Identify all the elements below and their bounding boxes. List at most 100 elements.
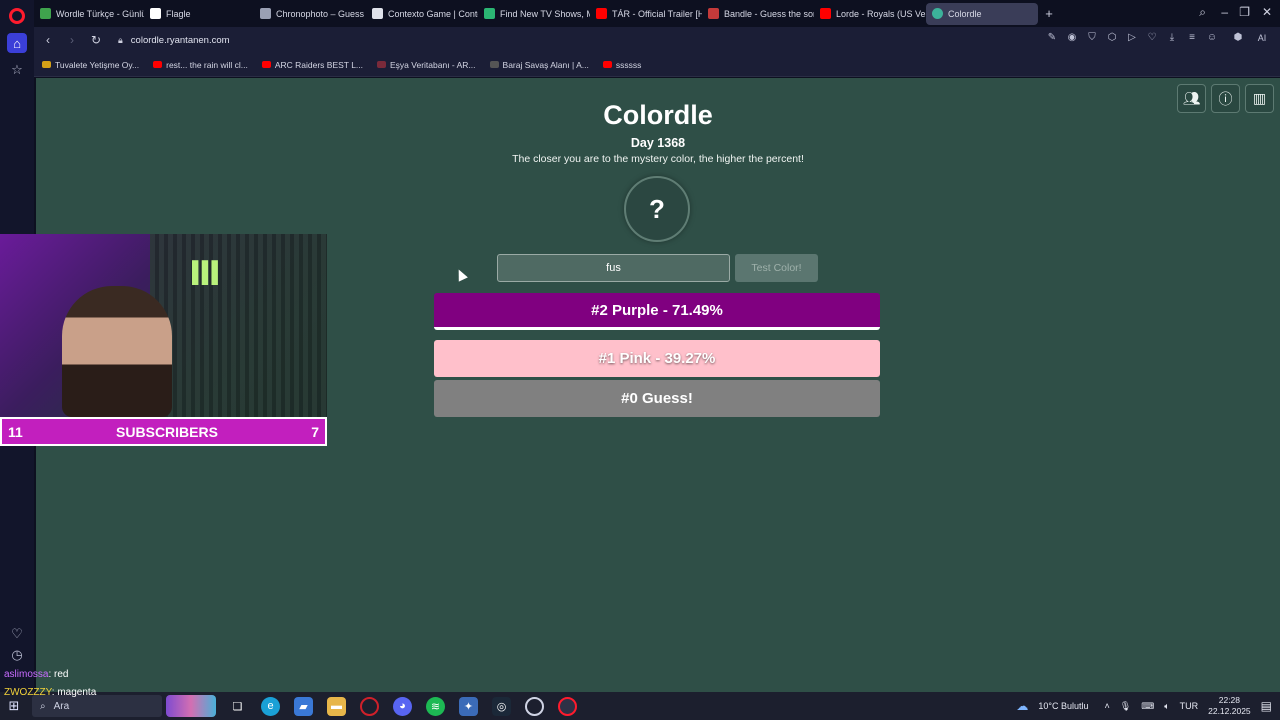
system-tray: ☁ 10°C Bulutlu ˄ 🎙︎ ⌨ 🔈︎ TUR 22:28 22.12… — [1016, 692, 1272, 720]
bookmark-favicon — [153, 61, 163, 68]
bookmark-label: ARC Raiders BEST L... — [274, 59, 364, 70]
steam-icon[interactable]: ◎ — [492, 696, 511, 716]
back-icon[interactable]: ‹ — [38, 33, 58, 47]
chat-message: aslimossa: red — [4, 669, 68, 680]
bookmark-item[interactable]: Baraj Savaş Alanı | A... — [489, 60, 589, 70]
shield-icon[interactable]: ⛉ — [1086, 32, 1098, 44]
bookmark-icon[interactable]: ☆ — [7, 60, 27, 80]
task-view-icon[interactable]: ❏ — [228, 697, 247, 716]
discord-icon[interactable]: ◕ — [393, 696, 412, 716]
vpn-icon[interactable]: ⬡ — [1106, 32, 1118, 44]
search-tabs-icon[interactable]: ⌕ — [1199, 5, 1206, 20]
menu-icon[interactable]: ≡ — [1186, 32, 1198, 44]
bookmark-label: Tuvalete Yetişme Oy... — [55, 59, 140, 70]
tab-favicon — [260, 8, 271, 19]
opera-icon[interactable] — [558, 696, 577, 716]
test-color-button[interactable]: Test Color! — [735, 254, 818, 282]
clock[interactable]: 22:28 22.12.2025 — [1208, 695, 1251, 717]
clock-date: 22.12.2025 — [1208, 706, 1251, 716]
tab-tar-trailer[interactable]: TÁR - Official Trailer [HD] — [590, 3, 702, 25]
subscribers-bar: 11 SUBSCRIBERS 7 — [0, 417, 327, 446]
taskbar-search[interactable]: ⌕ Ara — [32, 695, 162, 717]
network-icon[interactable]: ⌨ — [1141, 701, 1154, 712]
tab-contexto[interactable]: Contexto Game | Contexto — [366, 3, 478, 25]
bookmark-favicon — [261, 61, 271, 68]
instructions: The closer you are to the mystery color,… — [512, 153, 804, 165]
heart-icon[interactable]: ♡ — [1146, 32, 1158, 44]
edit-icon[interactable]: ✎ — [1046, 32, 1058, 44]
screen: ⌂ ☆ ♡ ◷ Wordle Türkçe - Günlük K Flagle … — [0, 0, 1280, 720]
weather-text[interactable]: 10°C Bulutlu — [1038, 701, 1088, 711]
tab-favicon — [932, 8, 943, 19]
heart-icon[interactable]: ♡ — [7, 624, 27, 644]
tab-wordle[interactable]: Wordle Türkçe - Günlük K — [34, 3, 144, 25]
subscribers-left-count: 11 — [8, 423, 23, 440]
start-icon[interactable]: ⊞ — [0, 698, 28, 714]
tab-bar: Wordle Türkçe - Günlük K Flagle Chronoph… — [34, 0, 1280, 27]
search-highlight-image — [166, 695, 216, 717]
bookmark-label: ssssss — [615, 59, 642, 70]
camera-icon[interactable]: ◉ — [1066, 32, 1078, 44]
bookmark-item[interactable]: Tuvalete Yetişme Oy... — [42, 60, 139, 70]
weather-icon[interactable]: ☁ — [1016, 699, 1028, 713]
tab-label: Lorde - Royals (US Version — [836, 8, 926, 19]
edge-icon[interactable]: e — [261, 696, 280, 716]
bookmark-favicon — [489, 61, 499, 68]
chat-username: aslimossa — [4, 669, 49, 680]
opera-gx-icon[interactable] — [360, 696, 379, 716]
clock-time: 22:28 — [1218, 695, 1241, 705]
store-icon[interactable]: ▰ — [294, 696, 313, 716]
subscribers-label: SUBSCRIBERS — [116, 423, 218, 440]
mic-icon[interactable]: 🎙︎ — [1120, 701, 1131, 712]
bookmark-item[interactable]: Eşya Veritabanı - AR... — [377, 60, 476, 70]
address-bar: ‹ › ↻ 🔒︎ colordle.ryantanen.com ✎ ◉ ⛉ ⬡ … — [34, 27, 1280, 53]
tab-favicon — [40, 8, 51, 19]
bookmark-favicon — [42, 61, 51, 68]
bookmark-favicon — [377, 61, 387, 68]
obs-icon[interactable] — [525, 696, 544, 716]
history-icon[interactable]: ◷ — [7, 645, 27, 665]
aria-ai-icon[interactable]: AI — [1252, 32, 1272, 44]
tab-lorde-royals[interactable]: Lorde - Royals (US Version — [814, 3, 926, 25]
tab-bandle[interactable]: Bandle - Guess the song, d — [702, 3, 814, 25]
app-icon[interactable]: ✦ — [459, 696, 478, 716]
account-icon[interactable]: ☺ — [1206, 32, 1218, 44]
close-icon[interactable]: ✕ — [1262, 5, 1272, 19]
home-icon[interactable]: ⌂ — [7, 33, 27, 53]
tray-expand-icon[interactable]: ˄ — [1105, 701, 1110, 711]
forward-icon[interactable]: › — [62, 33, 82, 47]
extensions-icon[interactable]: ⬢ — [1232, 32, 1244, 44]
tab-tv-shows[interactable]: Find New TV Shows, Movi — [478, 3, 590, 25]
mouse-cursor-icon — [454, 267, 468, 282]
bookmark-item[interactable]: ARC Raiders BEST L... — [261, 59, 364, 70]
new-tab-button[interactable]: + — [1038, 6, 1060, 21]
tab-favicon — [372, 8, 383, 19]
monster-logo-icon: Ⅲ — [188, 255, 222, 293]
tab-label: Wordle Türkçe - Günlük K — [56, 8, 144, 19]
spotify-icon[interactable]: ≋ — [426, 696, 445, 716]
reload-icon[interactable]: ↻ — [86, 33, 106, 47]
file-explorer-icon[interactable]: ▬ — [327, 696, 346, 716]
tab-colordle[interactable]: Colordle — [926, 2, 1038, 25]
color-guess-input[interactable] — [497, 254, 730, 282]
play-icon[interactable]: ▷ — [1126, 32, 1138, 44]
opera-logo-icon[interactable] — [9, 8, 25, 24]
tab-label: Bandle - Guess the song, d — [724, 8, 814, 19]
bookmark-item[interactable]: rest... the rain will cl... — [153, 60, 248, 70]
bookmark-item[interactable]: ssssss — [602, 59, 642, 70]
volume-icon[interactable]: 🔈︎ — [1164, 701, 1169, 712]
address-tools: ✎ ◉ ⛉ ⬡ ▷ ♡ ⤓ ≡ ☺ ⬢ AI — [1046, 32, 1272, 44]
bookmark-label: rest... the rain will cl... — [166, 59, 248, 70]
tab-label: Chronophoto – Guess the — [276, 8, 366, 19]
restore-icon[interactable]: ❐ — [1239, 5, 1250, 19]
tab-flagle[interactable]: Flagle — [144, 3, 254, 25]
tab-chronophoto[interactable]: Chronophoto – Guess the — [254, 3, 366, 25]
notifications-icon[interactable]: ▤ — [1261, 699, 1272, 713]
bookmark-favicon — [602, 61, 612, 68]
language-indicator[interactable]: TUR — [1180, 701, 1199, 711]
minimize-icon[interactable]: – — [1221, 5, 1228, 19]
url-field[interactable]: 🔒︎ colordle.ryantanen.com — [118, 35, 230, 46]
download-icon[interactable]: ⤓ — [1166, 32, 1178, 44]
tab-label: Colordle — [948, 8, 982, 19]
bookmark-label: Eşya Veritabanı - AR... — [390, 59, 476, 70]
